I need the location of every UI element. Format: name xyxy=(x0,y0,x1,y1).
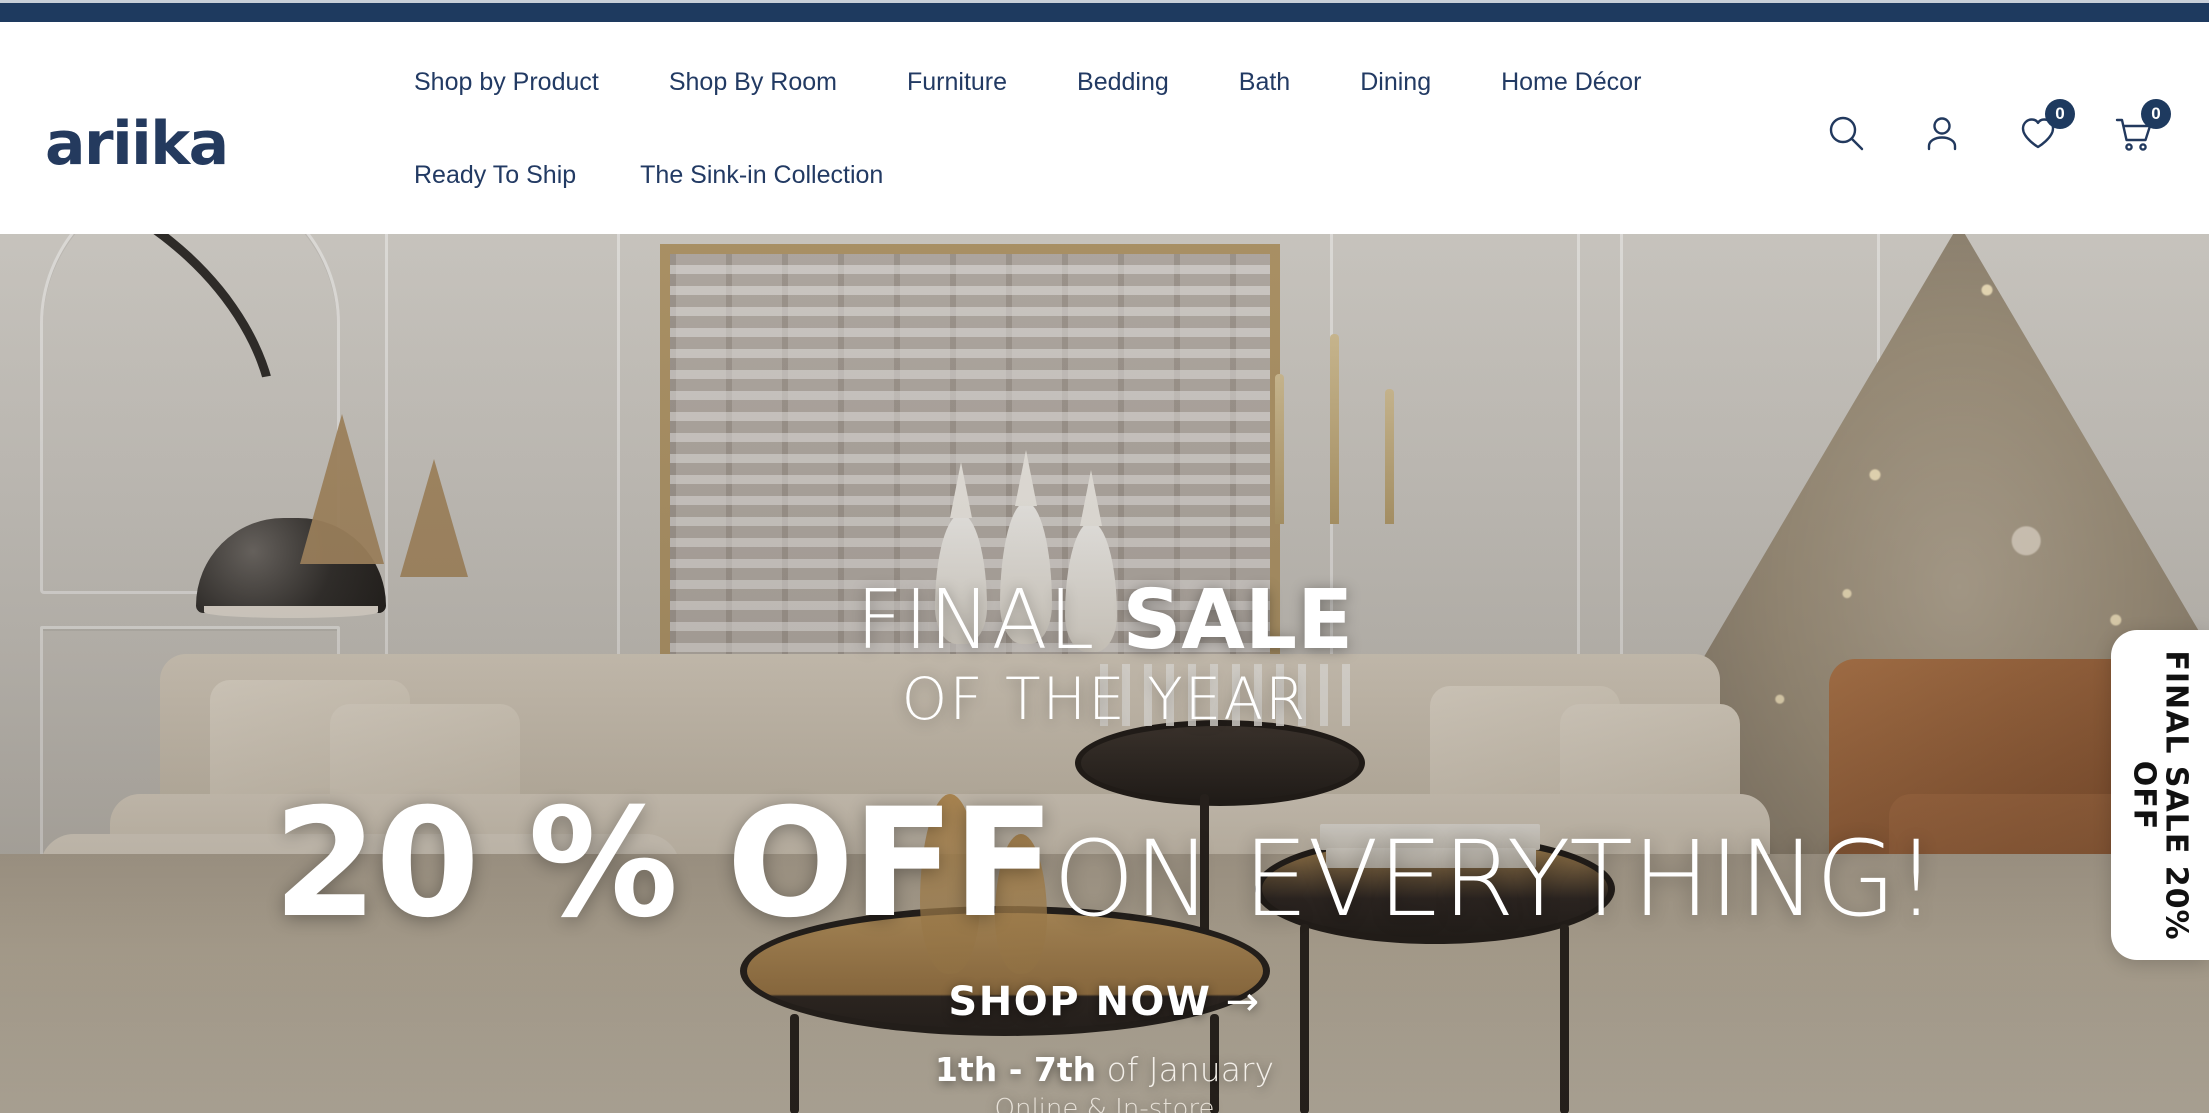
wishlist-button[interactable]: 0 xyxy=(2015,99,2075,156)
nav-row-secondary: Ready To Ship The Sink-in Collection xyxy=(414,153,1834,198)
nav-shop-by-room[interactable]: Shop By Room xyxy=(669,60,837,105)
hero-promo-dates: 1th - 7th of January xyxy=(0,1050,2209,1089)
hero-subheadline: OF THE YEAR xyxy=(901,665,1308,733)
hero-headline-bold: SALE xyxy=(1122,573,1354,668)
sticky-promo-tab[interactable]: FINAL SALE 20% OFF xyxy=(2111,630,2209,960)
header-icon-group: 0 0 xyxy=(1823,99,2171,156)
hero-headline-light: FINAL xyxy=(855,573,1096,668)
wishlist-count-badge: 0 xyxy=(2045,99,2075,129)
sticky-promo-tab-text: FINAL SALE 20% OFF xyxy=(2127,649,2194,941)
nav-bedding[interactable]: Bedding xyxy=(1077,60,1169,105)
brand-logo[interactable]: ariika xyxy=(45,114,229,174)
nav-row-primary: Shop by Product Shop By Room Furniture B… xyxy=(414,60,1834,105)
hero-banner-carousel[interactable]: FINAL SALE OF THE YEAR 20 % OFFON EVERYT… xyxy=(0,234,2209,1113)
sticky-promo-line-2: OFF xyxy=(2127,760,2163,830)
nav-ready-to-ship[interactable]: Ready To Ship xyxy=(414,153,576,198)
search-icon xyxy=(1829,116,1864,151)
nav-shop-by-product[interactable]: Shop by Product xyxy=(414,60,599,105)
shop-now-link[interactable]: SHOP NOW → xyxy=(0,979,2209,1025)
hero-promo-dates-month: of January xyxy=(1096,1050,1275,1089)
hero-headline: FINAL SALE xyxy=(0,580,2209,662)
arrow-right-icon: → xyxy=(1225,979,1261,1025)
nav-bath[interactable]: Bath xyxy=(1239,60,1290,105)
sticky-promo-line-1: FINAL SALE 20% xyxy=(2158,649,2194,941)
nav-home-decor[interactable]: Home Décor xyxy=(1501,60,1641,105)
top-announcement-bar xyxy=(0,0,2209,22)
hero-promo-dates-range: 1th - 7th xyxy=(934,1050,1097,1089)
main-navigation: Shop by Product Shop By Room Furniture B… xyxy=(414,60,1834,198)
hero-copy: FINAL SALE OF THE YEAR 20 % OFFON EVERYT… xyxy=(0,234,2209,1113)
account-button[interactable] xyxy=(1919,110,1965,156)
nav-furniture[interactable]: Furniture xyxy=(907,60,1007,105)
hero-discount-line: 20 % OFFON EVERYTHING! xyxy=(0,789,2209,939)
hero-promo-channels: Online & In-store xyxy=(994,1094,1215,1113)
nav-dining[interactable]: Dining xyxy=(1360,60,1431,105)
user-account-icon xyxy=(1927,117,1957,151)
hero-discount-scope: ON EVERYTHING! xyxy=(1053,818,1937,940)
cart-button[interactable]: 0 xyxy=(2111,99,2171,156)
nav-sink-in-collection[interactable]: The Sink-in Collection xyxy=(640,153,883,198)
hero-discount-value: 20 % OFF xyxy=(273,777,1055,951)
search-button[interactable] xyxy=(1823,110,1869,156)
cart-count-badge: 0 xyxy=(2141,99,2171,129)
site-header: ariika Shop by Product Shop By Room Furn… xyxy=(0,22,2209,234)
shop-now-label: SHOP NOW xyxy=(948,979,1212,1025)
